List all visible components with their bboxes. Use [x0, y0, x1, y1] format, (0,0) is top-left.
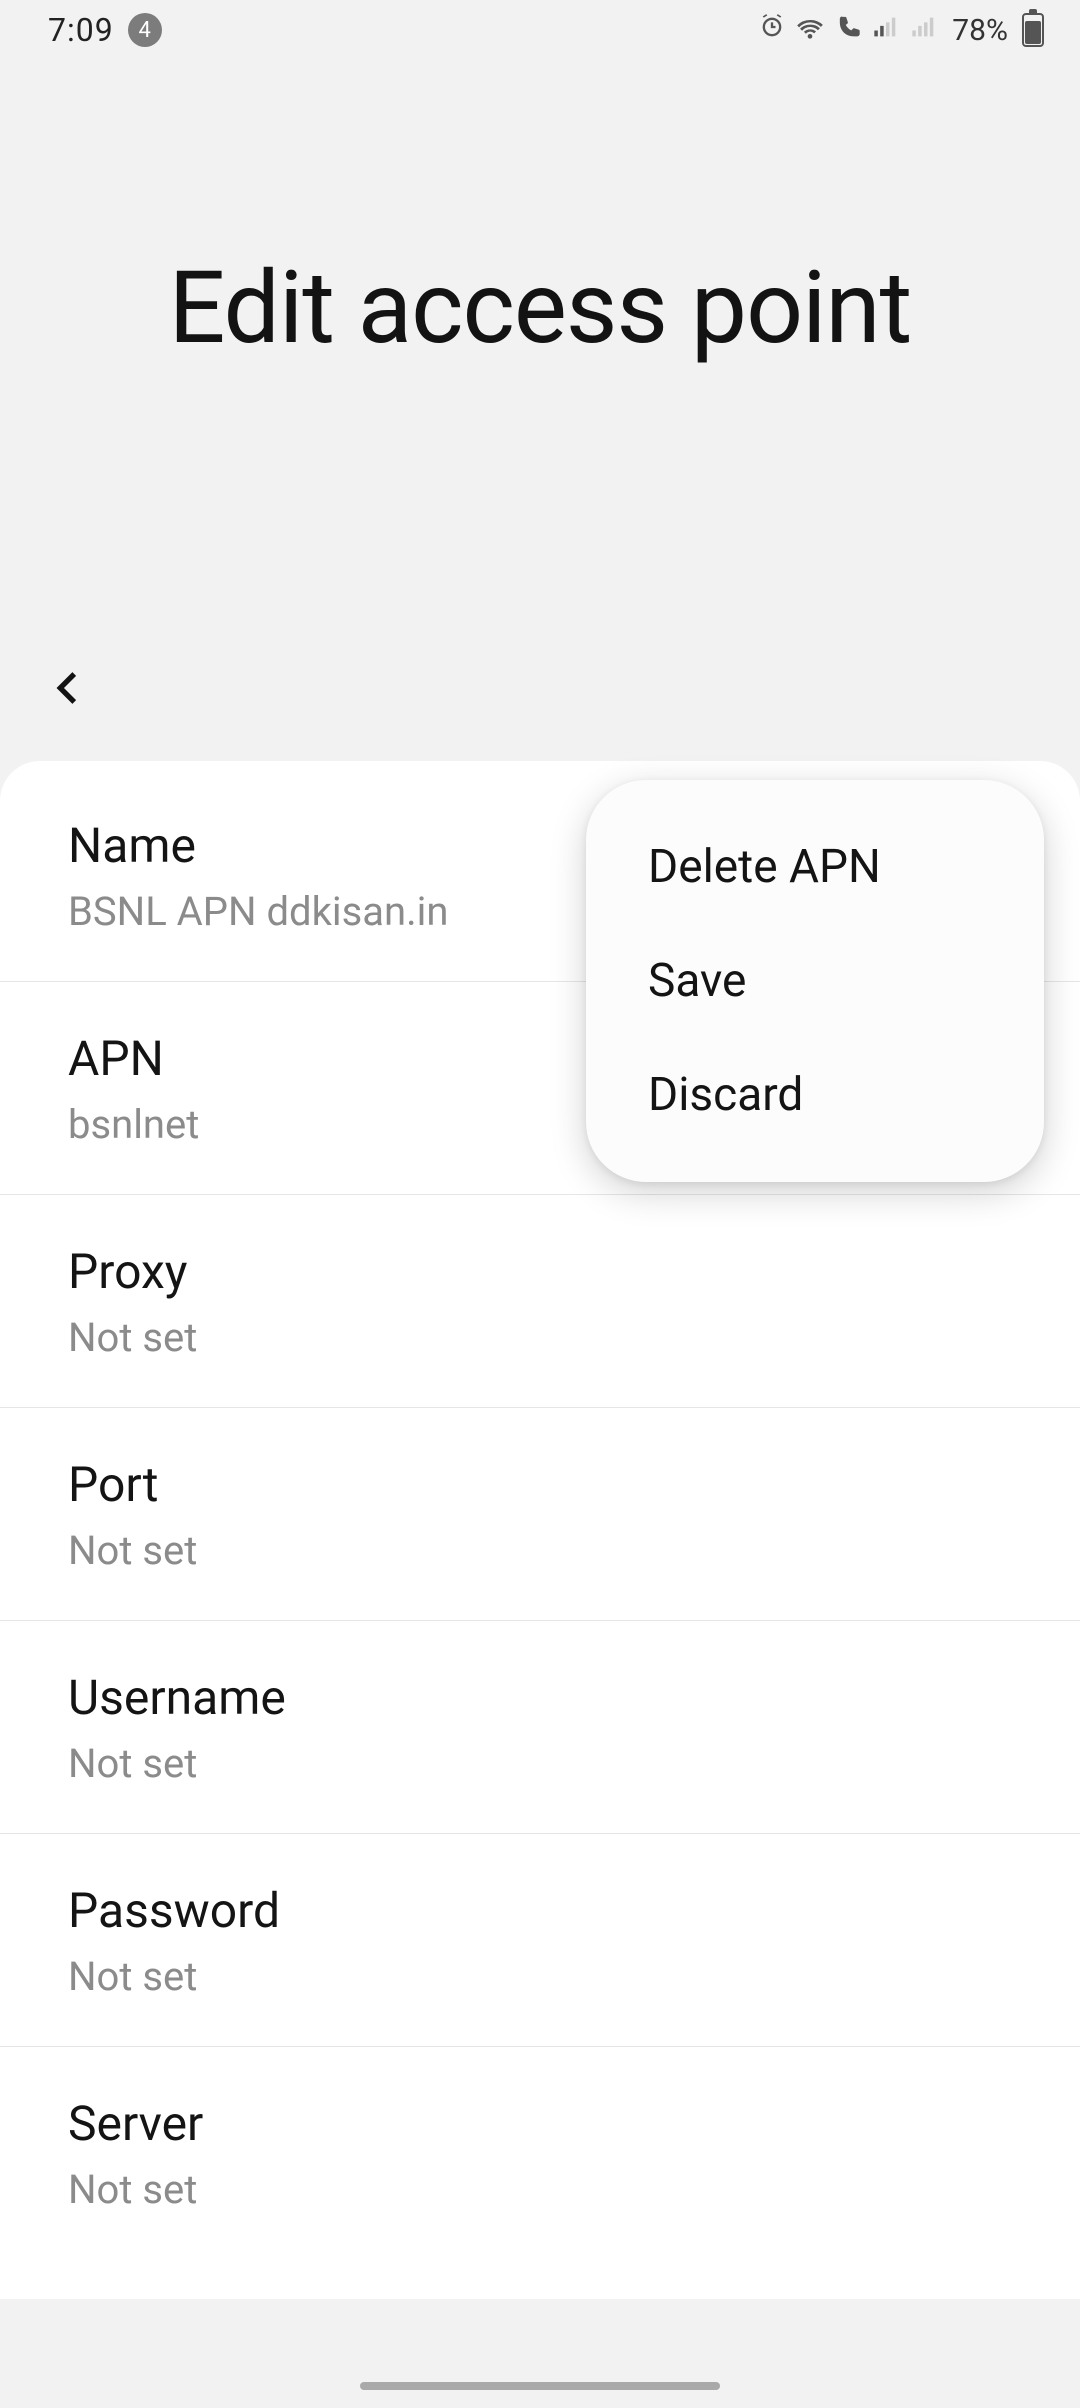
alarm-icon	[758, 11, 786, 49]
signal-2-icon	[910, 11, 938, 49]
field-value: Not set	[68, 2166, 1012, 2213]
field-proxy[interactable]: Proxy Not set	[0, 1195, 1080, 1408]
field-value: Not set	[68, 1527, 1012, 1574]
field-label: Proxy	[68, 1243, 1012, 1300]
appbar	[0, 667, 1080, 713]
page-title-wrap: Edit access point	[0, 60, 1080, 367]
field-label: Username	[68, 1669, 1012, 1726]
menu-save[interactable]: Save	[586, 924, 1044, 1038]
field-value: Not set	[68, 1740, 1012, 1787]
wifi-icon	[796, 11, 824, 49]
field-port[interactable]: Port Not set	[0, 1408, 1080, 1621]
signal-1-icon	[872, 11, 900, 49]
back-button[interactable]	[48, 694, 90, 713]
status-bar: 7:09 4 78%	[0, 0, 1080, 60]
vowifi-icon	[834, 11, 862, 49]
field-label: Password	[68, 1882, 1012, 1939]
chevron-left-icon	[48, 667, 90, 709]
field-username[interactable]: Username Not set	[0, 1621, 1080, 1834]
overflow-menu: Delete APN Save Discard	[586, 780, 1044, 1182]
field-label: Server	[68, 2095, 1012, 2152]
field-server[interactable]: Server Not set	[0, 2047, 1080, 2259]
field-value: Not set	[68, 1953, 1012, 2000]
status-left: 7:09 4	[48, 11, 162, 49]
battery-icon	[1022, 13, 1044, 47]
clock: 7:09	[48, 11, 114, 49]
battery-percent: 78%	[952, 13, 1008, 48]
home-indicator[interactable]	[360, 2382, 720, 2390]
menu-delete-apn[interactable]: Delete APN	[586, 810, 1044, 924]
menu-discard[interactable]: Discard	[586, 1038, 1044, 1152]
page-title: Edit access point	[0, 250, 1080, 367]
status-right: 78%	[758, 11, 1044, 49]
field-value: Not set	[68, 1314, 1012, 1361]
field-password[interactable]: Password Not set	[0, 1834, 1080, 2047]
notification-count-badge: 4	[128, 13, 162, 47]
field-label: Port	[68, 1456, 1012, 1513]
